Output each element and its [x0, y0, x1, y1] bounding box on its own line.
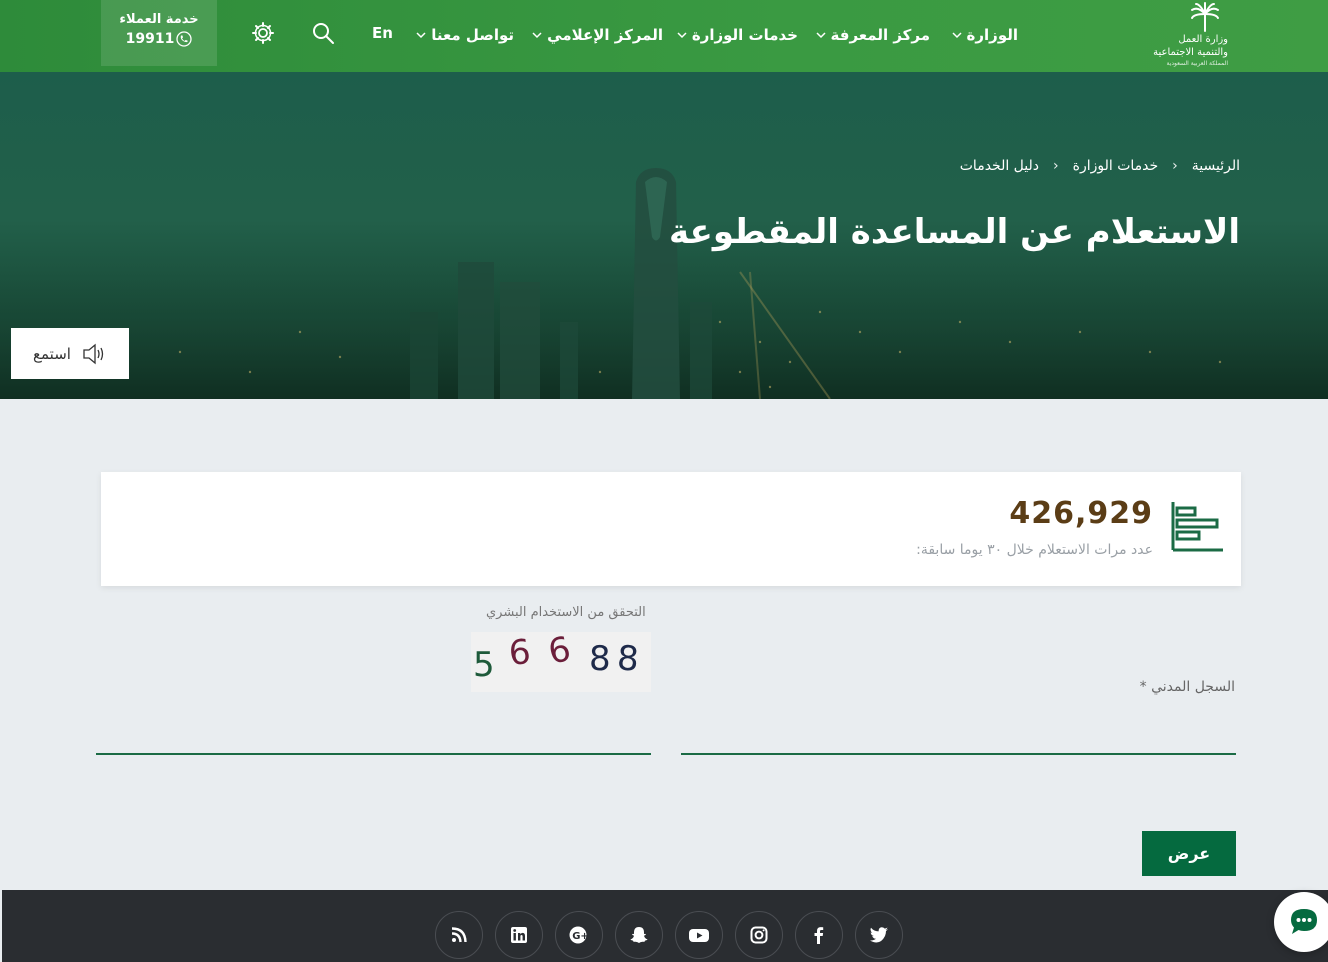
chevron-down-icon: [677, 32, 687, 39]
palm-logo-icon: [1191, 2, 1219, 32]
civil-id-underline: [681, 753, 1236, 755]
linkedin-icon: [511, 927, 527, 943]
phone-icon: [176, 31, 193, 47]
chevron-left-icon: ‹: [1053, 158, 1059, 174]
breadcrumb-services-guide[interactable]: دليل الخدمات: [960, 158, 1039, 174]
chevron-down-icon: [532, 32, 542, 39]
youtube-link[interactable]: [675, 911, 723, 959]
captcha-digit: 8: [589, 639, 611, 679]
captcha-image: 56688: [471, 629, 651, 692]
inquiry-stats-card: 426,929 عدد مرات الاستعلام خلال ٣٠ يوما …: [101, 472, 1241, 586]
inquiry-count: 426,929: [1009, 496, 1153, 531]
chevron-left-icon: ‹: [1172, 158, 1178, 174]
youtube-icon: [689, 929, 709, 942]
captcha-digits: 56688: [473, 629, 640, 685]
nav-item-ministry[interactable]: الوزارة: [951, 24, 1018, 46]
speaker-icon: [83, 343, 104, 364]
captcha-digit: 6: [507, 632, 533, 674]
captcha-digit: 8: [616, 638, 640, 679]
nav-item-ministry-services[interactable]: خدمات الوزارة: [676, 24, 798, 46]
logo-line2: والتنمية الاجتماعية: [1153, 47, 1228, 58]
nav-item-media-center[interactable]: المركز الإعلامي: [531, 24, 663, 46]
twitter-icon: [870, 927, 888, 943]
language-switch[interactable]: En: [372, 24, 393, 42]
breadcrumb-home[interactable]: الرئيسية: [1192, 158, 1240, 174]
captcha-digit: 6: [545, 632, 574, 673]
captcha-input[interactable]: [96, 716, 651, 752]
chevron-down-icon: [952, 32, 962, 39]
listen-button[interactable]: استمع: [11, 328, 129, 379]
captcha-underline: [96, 753, 651, 755]
breadcrumb: الرئيسية ‹ خدمات الوزارة ‹ دليل الخدمات: [960, 158, 1240, 174]
chat-button[interactable]: [1274, 892, 1328, 952]
footer: G+: [2, 890, 1328, 962]
search-icon[interactable]: [310, 20, 336, 46]
snapchat-icon: [630, 927, 648, 943]
captcha-label: التحقق من الاستخدام البشري: [486, 605, 646, 620]
customer-service-phone: 19911: [101, 31, 217, 47]
gear-icon[interactable]: [250, 20, 276, 46]
nav-item-label: خدمات الوزارة: [691, 26, 798, 44]
nav-item-label: تواصل معنا: [431, 26, 514, 44]
hero-banner: الرئيسية ‹ خدمات الوزارة ‹ دليل الخدمات …: [0, 72, 1328, 399]
google-plus-link[interactable]: G+: [555, 911, 603, 959]
inquiry-count-description: عدد مرات الاستعلام خلال ٣٠ يوما سابقة:: [916, 542, 1153, 558]
nav-item-knowledge-center[interactable]: مركز المعرفة: [815, 24, 930, 46]
captcha-digit: 5: [473, 645, 495, 685]
nav-item-label: مركز المعرفة: [830, 26, 930, 44]
chat-bubble-icon: [1291, 909, 1317, 934]
logo-line1: وزارة العمل: [1178, 34, 1228, 45]
snapchat-link[interactable]: [615, 911, 663, 959]
nav-item-contact-us[interactable]: تواصل معنا: [415, 24, 514, 46]
chevron-down-icon: [816, 32, 826, 39]
instagram-icon: [750, 926, 768, 944]
listen-label: استمع: [33, 344, 71, 363]
svg-text:G+: G+: [572, 931, 589, 942]
twitter-link[interactable]: [855, 911, 903, 959]
google-plus-icon: G+: [569, 926, 589, 944]
chevron-down-icon: [416, 32, 426, 39]
civil-id-label: السجل المدني *: [1139, 679, 1235, 695]
rss-link[interactable]: [435, 911, 483, 959]
page-title: الاستعلام عن المساعدة المقطوعة: [668, 212, 1240, 252]
customer-service-box[interactable]: خدمة العملاء 19911: [101, 0, 217, 66]
bar-chart-icon: [1171, 502, 1223, 552]
submit-button[interactable]: عرض: [1142, 831, 1236, 876]
customer-service-title: خدمة العملاء: [119, 12, 199, 27]
facebook-icon: [814, 927, 824, 944]
ministry-logo[interactable]: وزارة العمل والتنمية الاجتماعية المملكة …: [1153, 2, 1234, 68]
logo-line3: المملكة العربية السعودية: [1166, 60, 1228, 67]
instagram-link[interactable]: [735, 911, 783, 959]
rss-icon: [451, 927, 467, 943]
nav-item-label: الوزارة: [966, 26, 1018, 44]
breadcrumb-ministry-services[interactable]: خدمات الوزارة: [1073, 158, 1159, 174]
top-navigation-bar: وزارة العمل والتنمية الاجتماعية المملكة …: [0, 0, 1328, 72]
nav-item-label: المركز الإعلامي: [547, 26, 663, 44]
linkedin-link[interactable]: [495, 911, 543, 959]
phone-number: 19911: [125, 31, 175, 47]
facebook-link[interactable]: [795, 911, 843, 959]
civil-id-input[interactable]: [681, 716, 1236, 752]
